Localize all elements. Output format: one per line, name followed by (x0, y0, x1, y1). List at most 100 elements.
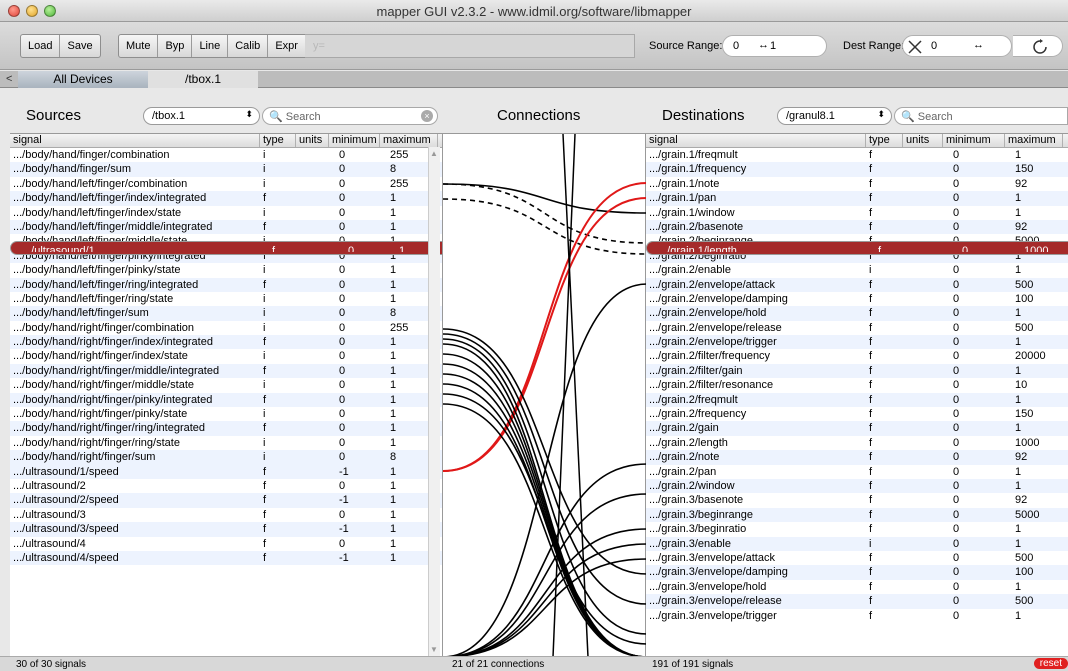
connection-line[interactable] (442, 558, 648, 658)
table-row[interactable]: .../grain.2/filter/resonance f 0 10 (646, 378, 1068, 392)
table-row[interactable]: .../body/hand/right/finger/middle/integr… (10, 363, 442, 379)
table-row[interactable]: .../body/hand/finger/combination i 0 255 (10, 148, 442, 162)
sources-device-select[interactable]: /tbox.1 ⬍ (143, 107, 260, 125)
connection-line[interactable] (442, 363, 648, 658)
connection-line[interactable] (442, 328, 648, 575)
selected-connection-line[interactable] (442, 197, 648, 472)
table-row[interactable]: .../grain.2/window f 0 1 (646, 478, 1068, 494)
connection-line[interactable] (442, 343, 648, 658)
table-row[interactable]: .../ultrasound/3/speed f -1 1 (10, 522, 442, 537)
line-mode-button[interactable]: Line (192, 35, 229, 57)
connection-line[interactable] (442, 393, 648, 645)
table-row[interactable]: .../grain.1/freqmult f 0 1 (646, 148, 1068, 162)
cross-icon[interactable] (905, 37, 925, 57)
table-row[interactable]: .../body/hand/left/finger/ring/integrate… (10, 277, 442, 292)
table-row[interactable]: .../grain.2/filter/frequency f 0 20000 (646, 349, 1068, 363)
table-row[interactable]: .../grain.2/basenote f 0 92 (646, 219, 1068, 235)
selected-connection-line[interactable] (442, 182, 648, 472)
table-row[interactable]: .../ultrasound/3 f 0 1 (10, 508, 442, 522)
table-row[interactable]: .../grain.3/beginratio f 0 1 (646, 522, 1068, 536)
table-row[interactable]: .../grain.2/envelope/attack f 0 500 (646, 277, 1068, 292)
table-row[interactable]: .../grain.2/filter/gain f 0 1 (646, 363, 1068, 379)
column-header-units[interactable]: units (296, 134, 329, 147)
dest-range-field[interactable]: 0 ↔ (902, 35, 1012, 57)
table-row[interactable]: .../body/hand/right/finger/ring/integrat… (10, 421, 442, 436)
table-row[interactable]: .../grain.2/length f 0 1000 (646, 436, 1068, 450)
connection-line[interactable] (442, 353, 648, 658)
table-row[interactable]: .../grain.2/envelope/release f 0 500 (646, 321, 1068, 335)
scroll-up-icon[interactable]: ▲ (430, 149, 438, 158)
column-header-minimum[interactable]: minimum (943, 134, 1005, 147)
clear-search-icon[interactable]: × (421, 110, 433, 122)
reset-button[interactable]: reset (1033, 658, 1068, 669)
column-header-type[interactable]: type (866, 134, 903, 147)
table-row[interactable]: .../grain.2/envelope/trigger f 0 1 (646, 335, 1068, 350)
table-row[interactable]: .../body/hand/right/finger/sum i 0 8 (10, 450, 442, 465)
table-row[interactable]: .../body/hand/left/finger/pinky/state i 0 1 (10, 263, 442, 277)
expr-mode-button[interactable]: Expr (268, 35, 305, 57)
source-range-field[interactable]: 0 ↔ 1 (722, 35, 827, 57)
column-header-signal[interactable]: signal (646, 134, 866, 147)
table-row[interactable]: .../ultrasound/1/speed f -1 1 (10, 464, 442, 479)
table-row[interactable]: .../body/hand/right/finger/index/integra… (10, 335, 442, 350)
load-button[interactable]: Load (21, 35, 61, 57)
table-row[interactable]: .../ultrasound/4/speed f -1 1 (10, 550, 442, 566)
destinations-search-input[interactable]: 🔍 Search (894, 107, 1068, 125)
table-row[interactable]: .../grain.1/length f 0 1000 (646, 241, 1068, 256)
tab-tbox-device[interactable]: /tbox.1 (148, 71, 258, 88)
table-row[interactable]: .../grain.3/enable i 0 1 (646, 536, 1068, 551)
table-row[interactable]: .../grain.1/note f 0 92 (646, 177, 1068, 191)
table-row[interactable]: .../ultrasound/4 f 0 1 (10, 537, 442, 551)
column-header-units[interactable]: units (903, 134, 943, 147)
table-row[interactable]: .../grain.2/freqmult f 0 1 (646, 392, 1068, 408)
table-row[interactable]: .../grain.2/note f 0 92 (646, 450, 1068, 465)
table-row[interactable]: .../grain.1/window f 0 1 (646, 206, 1068, 220)
table-row[interactable]: .../grain.2/envelope/damping f 0 100 (646, 292, 1068, 306)
tab-all-devices[interactable]: All Devices (18, 71, 148, 88)
table-row[interactable]: .../body/hand/right/finger/pinky/state i 0… (10, 407, 442, 421)
save-button[interactable]: Save (60, 35, 99, 57)
refresh-icon[interactable] (1031, 38, 1049, 56)
table-row[interactable]: .../ultrasound/2 f 0 1 (10, 479, 442, 493)
connection-line[interactable] (442, 183, 648, 244)
column-header-type[interactable]: type (260, 134, 296, 147)
table-row[interactable]: .../body/hand/left/finger/sum i 0 8 (10, 306, 442, 321)
table-row[interactable]: .../grain.3/envelope/trigger f 0 1 (646, 609, 1068, 623)
table-row[interactable]: .../ultrasound/2/speed f -1 1 (10, 493, 442, 508)
connection-line[interactable] (442, 183, 648, 214)
refresh-field[interactable] (1013, 35, 1063, 57)
back-tab-button[interactable]: < (6, 73, 12, 85)
sources-scrollbar[interactable]: ▲ ▼ (428, 147, 440, 656)
table-row[interactable]: .../grain.3/envelope/release f 0 500 (646, 594, 1068, 609)
table-row[interactable]: .../grain.3/beginrange f 0 5000 (646, 507, 1068, 523)
table-row[interactable]: .../body/hand/right/finger/combination i 0… (10, 321, 442, 335)
table-row[interactable]: .../grain.3/envelope/attack f 0 500 (646, 551, 1068, 565)
table-row[interactable]: .../body/hand/right/finger/ring/state i 0 1 (10, 436, 442, 450)
table-row[interactable]: .../grain.3/envelope/hold f 0 1 (646, 580, 1068, 594)
table-row[interactable]: .../body/hand/left/finger/index/integrat… (10, 191, 442, 206)
table-row[interactable]: .../body/hand/left/finger/middle/integra… (10, 219, 442, 235)
scroll-down-icon[interactable]: ▼ (430, 645, 438, 654)
column-header-minimum[interactable]: minimum (329, 134, 380, 147)
table-row[interactable]: .../grain.2/envelope/hold f 0 1 (646, 306, 1068, 321)
mute-button[interactable]: Mute (119, 35, 159, 57)
table-row[interactable]: .../body/hand/finger/sum i 0 8 (10, 162, 442, 177)
column-header-maximum[interactable]: maximum (1005, 134, 1063, 147)
expression-field[interactable]: y= (305, 34, 635, 58)
table-row[interactable]: .../body/hand/right/finger/pinky/integra… (10, 392, 442, 408)
table-row[interactable]: .../body/hand/left/finger/combination i 0 2… (10, 177, 442, 191)
table-row[interactable]: .../grain.2/pan f 0 1 (646, 465, 1068, 479)
swap-dest-range-icon[interactable]: ↔ (973, 39, 984, 51)
connection-line[interactable] (442, 463, 648, 658)
table-row[interactable]: .../grain.2/frequency f 0 150 (646, 407, 1068, 421)
table-row[interactable]: .../grain.3/envelope/damping f 0 100 (646, 565, 1068, 580)
table-row[interactable]: .../grain.1/frequency f 0 150 (646, 162, 1068, 177)
connection-lines[interactable] (442, 133, 648, 658)
column-header-maximum[interactable]: maximum (380, 134, 438, 147)
swap-range-icon[interactable]: ↔ (758, 39, 769, 51)
connection-line[interactable] (442, 403, 648, 658)
table-row[interactable]: .../body/hand/right/finger/middle/state i… (10, 378, 442, 392)
destinations-device-select[interactable]: /granul8.1 ⬍ (777, 107, 892, 125)
sources-search-input[interactable]: 🔍 Search × (262, 107, 438, 125)
table-row[interactable]: .../ultrasound/1 f 0 1 (10, 241, 442, 256)
